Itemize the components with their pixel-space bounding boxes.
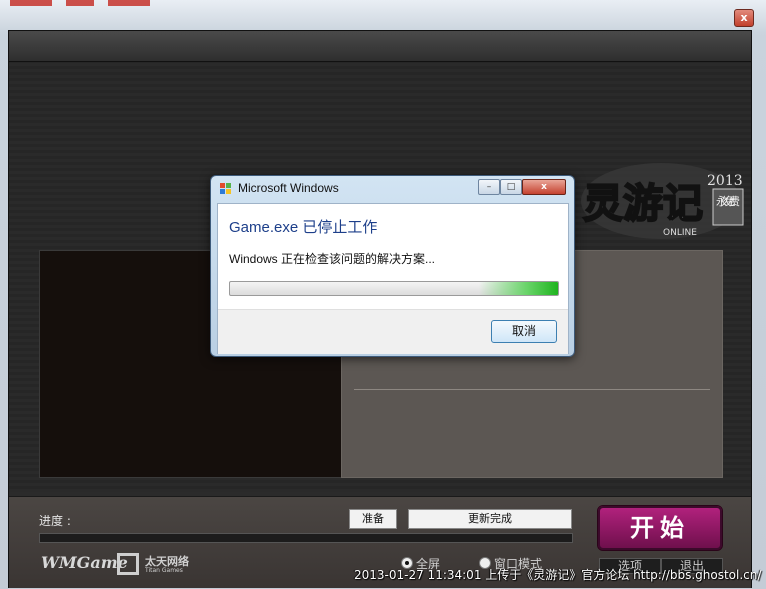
dialog-maximize-button[interactable]: □	[500, 179, 522, 195]
progress-label: 进度 :	[39, 514, 71, 528]
brand-sub: ONLINE	[663, 228, 697, 238]
brand-logo-text: 灵游记	[583, 181, 703, 227]
upload-watermark: 2013-01-27 11:34:01 上传于《灵游记》官方论坛 http://…	[354, 568, 762, 582]
error-dialog: Microsoft Windows – □ x Game.exe 已停止工作 W…	[210, 175, 575, 357]
titan-logo-mark-icon	[117, 553, 139, 575]
game-brand-logo: 灵游记 2013 永久免费 ONLINE	[581, 163, 744, 239]
dialog-footer: 取消	[218, 309, 568, 354]
titan-logo-en: Titan Games	[145, 567, 183, 574]
launcher-titlebar: x	[0, 0, 766, 30]
dialog-titlebar: Microsoft Windows – □ x	[211, 176, 574, 202]
launcher-progress-bar	[39, 533, 573, 543]
dialog-heading: Game.exe 已停止工作	[229, 219, 378, 236]
status-update-box: 更新完成	[408, 509, 572, 529]
dialog-title: Microsoft Windows	[238, 181, 339, 195]
launcher-logo-fragment	[10, 0, 150, 6]
brand-badge: 永久免费	[716, 194, 740, 208]
start-button[interactable]: 开始	[597, 505, 723, 551]
titan-games-logo: 太天网络 Titan Games	[117, 553, 197, 579]
dialog-progress-bar	[229, 281, 559, 296]
windows-logo-icon	[220, 183, 231, 194]
wmgame-logo: WMGame	[41, 553, 128, 572]
cancel-button[interactable]: 取消	[491, 320, 557, 343]
dialog-message: Windows 正在检查该问题的解决方案...	[229, 252, 436, 266]
dialog-minimize-button[interactable]: –	[478, 179, 500, 195]
launcher-top-bar	[9, 31, 751, 62]
dialog-close-button[interactable]: x	[522, 179, 566, 195]
launcher-close-button[interactable]: x	[734, 9, 754, 27]
brand-year: 2013	[707, 173, 743, 189]
dialog-progress-fill	[479, 282, 558, 295]
info-panel-divider	[354, 389, 710, 390]
dialog-body: Game.exe 已停止工作 Windows 正在检查该问题的解决方案... 取…	[217, 203, 569, 354]
status-ready-box: 准备	[349, 509, 397, 529]
